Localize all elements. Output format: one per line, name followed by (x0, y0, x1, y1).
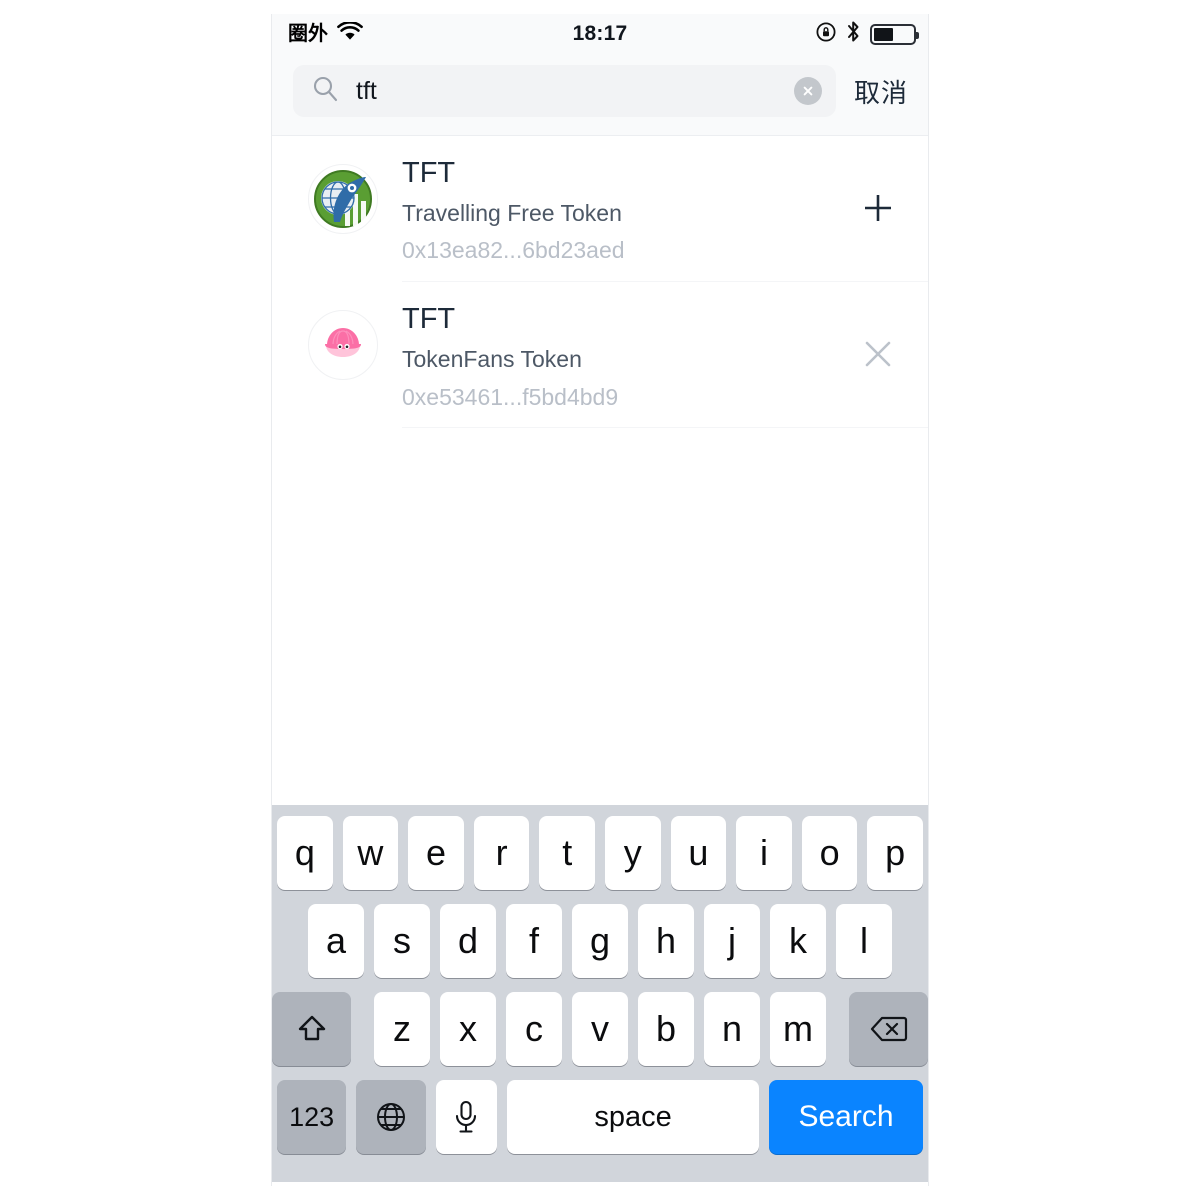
key-v[interactable]: v (572, 992, 628, 1067)
key-y[interactable]: y (605, 816, 661, 891)
phone-screen: 圈外 18:17 tft 取消 TFT Travelling Free Toke… (271, 14, 929, 1186)
clear-search-button[interactable] (793, 77, 822, 105)
key-x[interactable]: x (440, 992, 496, 1067)
key-b[interactable]: b (638, 992, 694, 1067)
key-k[interactable]: k (770, 904, 826, 979)
list-item[interactable]: TFT TokenFans Token 0xe53461...f5bd4bd9 (272, 282, 928, 429)
search-key[interactable]: Search (769, 1080, 924, 1155)
keyboard-row-3: zxcvbnm (272, 992, 928, 1067)
token-address: 0xe53461...f5bd4bd9 (402, 383, 619, 410)
tokenfans-token-logo (308, 310, 378, 381)
close-icon (865, 341, 891, 367)
keyboard-bottom-inset (272, 1168, 928, 1177)
status-bar: 圈外 18:17 (272, 14, 928, 54)
key-n[interactable]: n (704, 992, 760, 1067)
search-bar: tft 取消 (272, 54, 928, 136)
space-key[interactable]: space (507, 1080, 760, 1155)
keyboard-row-1: qwertyuiop (272, 816, 928, 891)
key-q[interactable]: q (277, 816, 333, 891)
search-input[interactable]: tft (293, 65, 836, 117)
clock-label: 18:17 (572, 22, 628, 45)
keyboard-row-4: 123 space Search (272, 1080, 928, 1155)
key-s[interactable]: s (374, 904, 430, 979)
travelling-free-token-logo (308, 164, 378, 234)
battery-icon (870, 23, 919, 45)
key-o[interactable]: o (801, 816, 858, 891)
remove-token-button[interactable] (850, 326, 906, 382)
key-f[interactable]: f (506, 904, 562, 979)
microphone-icon (456, 1101, 477, 1133)
on-screen-keyboard: qwertyuiop asdfghjkl zxcvbnm 123 space S… (272, 805, 928, 1183)
key-u[interactable]: u (670, 816, 727, 891)
add-token-button[interactable] (850, 180, 906, 236)
numbers-key[interactable]: 123 (277, 1080, 347, 1155)
key-m[interactable]: m (770, 992, 826, 1067)
key-p[interactable]: p (867, 816, 923, 891)
empty-content-area (272, 428, 928, 806)
dictation-key[interactable] (435, 1080, 498, 1155)
key-l[interactable]: l (836, 904, 892, 979)
search-icon (312, 75, 339, 107)
key-z[interactable]: z (374, 992, 430, 1067)
key-c[interactable]: c (506, 992, 562, 1067)
rotation-lock-icon (815, 21, 837, 48)
key-j[interactable]: j (704, 904, 760, 979)
status-bar-right (815, 14, 919, 54)
shift-key[interactable] (272, 992, 351, 1067)
key-t[interactable]: t (539, 816, 595, 891)
keyboard-row-2: asdfghjkl (272, 904, 928, 979)
token-address: 0x13ea82...6bd23aed (402, 237, 625, 264)
list-item[interactable]: TFT Travelling Free Token 0x13ea82...6bd… (272, 136, 928, 283)
key-w[interactable]: w (342, 816, 399, 891)
key-i[interactable]: i (736, 816, 792, 891)
shift-icon (298, 1015, 325, 1041)
search-results-list: TFT Travelling Free Token 0x13ea82...6bd… (272, 136, 928, 429)
key-r[interactable]: r (473, 816, 530, 891)
backspace-key[interactable] (849, 992, 928, 1067)
plus-icon (865, 195, 891, 221)
bluetooth-icon (846, 20, 861, 48)
key-a[interactable]: a (308, 904, 364, 979)
key-g[interactable]: g (572, 904, 628, 979)
key-e[interactable]: e (408, 816, 464, 891)
globe-key[interactable] (356, 1080, 426, 1155)
cancel-button[interactable]: 取消 (836, 73, 928, 110)
key-d[interactable]: d (440, 904, 496, 979)
globe-icon (376, 1103, 405, 1132)
search-input-value: tft (356, 76, 377, 105)
backspace-icon (870, 1017, 907, 1042)
key-h[interactable]: h (638, 904, 694, 979)
